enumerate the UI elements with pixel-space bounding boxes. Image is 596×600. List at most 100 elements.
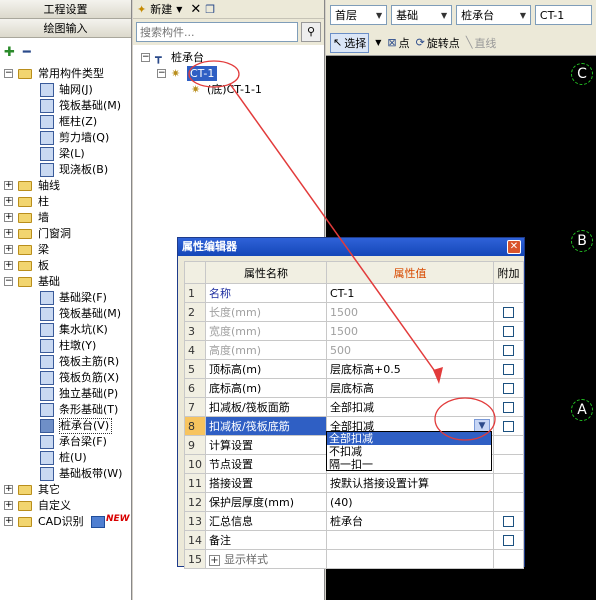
select-dropdown-icon[interactable]: ▼ xyxy=(375,38,381,47)
property-row[interactable]: 15 + 显示样式 xyxy=(184,549,524,569)
property-value[interactable]: (40) xyxy=(326,492,494,512)
add-checkbox[interactable] xyxy=(503,402,514,413)
expand-icon[interactable]: + xyxy=(4,229,13,238)
search-icon[interactable]: ⚲ xyxy=(301,22,321,42)
line-button[interactable]: ╲ 直线 xyxy=(466,35,497,51)
property-value[interactable]: 按默认搭接设置计算 xyxy=(326,473,494,493)
add-checkbox[interactable] xyxy=(503,364,514,375)
tree-item[interactable]: 筏板基础(M) xyxy=(0,98,132,114)
new-button[interactable]: 新建 xyxy=(150,1,172,17)
tree-folder[interactable]: + 轴线 xyxy=(0,178,132,194)
expand-icon[interactable]: + xyxy=(4,245,13,254)
rotate-point-button[interactable]: ⟳ 旋转点 xyxy=(416,35,460,51)
add-checkbox[interactable] xyxy=(503,535,514,546)
property-value[interactable]: 桩承台 xyxy=(326,511,494,531)
tree-item[interactable]: 筏板负筋(X) xyxy=(0,370,132,386)
point-button[interactable]: ⊠ 点 xyxy=(387,35,409,51)
tab-drawing-input[interactable]: 绘图输入 xyxy=(0,19,131,38)
dialog-title-bar[interactable]: 属性编辑器 ✕ xyxy=(178,238,524,256)
tree-folder[interactable]: − 基础 xyxy=(0,274,132,290)
instance-tree-item[interactable]: − ✷ CT-1 xyxy=(133,66,323,82)
tree-item[interactable]: 轴网(J) xyxy=(0,82,132,98)
tree-item[interactable]: 剪力墙(Q) xyxy=(0,130,132,146)
property-value[interactable]: 500 xyxy=(326,340,494,360)
item-dropdown[interactable]: CT-1 xyxy=(534,5,592,25)
floor-dropdown[interactable]: 首层 ▼ xyxy=(330,5,388,25)
property-row[interactable]: 1 名称 CT-1 xyxy=(184,283,524,303)
tree-folder[interactable]: + 板 xyxy=(0,258,132,274)
property-value[interactable]: 层底标高 xyxy=(326,378,494,398)
tree-item[interactable]: 集水坑(K) xyxy=(0,322,132,338)
expand-icon[interactable]: + xyxy=(4,213,13,222)
tree-folder[interactable]: + 其它 xyxy=(0,482,132,498)
expand-icon[interactable]: + xyxy=(4,501,13,510)
tree-item[interactable]: 桩(U) xyxy=(0,450,132,466)
property-value[interactable]: CT-1 xyxy=(326,283,494,303)
tree-item[interactable]: 筏板基础(M) xyxy=(0,306,132,322)
add-checkbox[interactable] xyxy=(503,345,514,356)
property-row[interactable]: 4 高度(mm) 500 xyxy=(184,340,524,360)
copy-icon[interactable]: ❐ xyxy=(205,3,215,16)
tree-item[interactable]: 条形基础(T) xyxy=(0,402,132,418)
tree-item[interactable]: 柱墩(Y) xyxy=(0,338,132,354)
property-row[interactable]: 14 备注 xyxy=(184,530,524,550)
expand-all-icon[interactable]: ✚ xyxy=(4,45,15,60)
tree-item[interactable]: 框柱(Z) xyxy=(0,114,132,130)
property-row[interactable]: 12 保护层厚度(mm) (40) xyxy=(184,492,524,512)
property-row[interactable]: 13 汇总信息 桩承台 xyxy=(184,511,524,531)
expand-icon[interactable]: + xyxy=(4,517,13,526)
collapse-icon[interactable]: − xyxy=(157,69,166,78)
add-checkbox[interactable] xyxy=(503,383,514,394)
select-button[interactable]: ↖ 选择 xyxy=(330,32,370,53)
add-checkbox[interactable] xyxy=(503,421,514,432)
add-checkbox[interactable] xyxy=(503,326,514,337)
category-dropdown[interactable]: 基础 ▼ xyxy=(391,5,453,25)
expand-icon[interactable]: + xyxy=(209,555,220,566)
property-value[interactable]: 层底标高+0.5 xyxy=(326,359,494,379)
add-checkbox[interactable] xyxy=(503,516,514,527)
tree-item[interactable]: 现浇板(B) xyxy=(0,162,132,178)
tree-folder[interactable]: + 梁 xyxy=(0,242,132,258)
tree-folder[interactable]: + 墙 xyxy=(0,210,132,226)
new-dropdown-icon[interactable]: ▼ xyxy=(176,5,182,14)
tree-folder[interactable]: − 常用构件类型 xyxy=(0,66,132,82)
property-row[interactable]: 7 扣减板/筏板面筋 全部扣减 xyxy=(184,397,524,417)
expand-icon[interactable]: + xyxy=(4,485,13,494)
tree-folder[interactable]: + 门窗洞 xyxy=(0,226,132,242)
tree-item[interactable]: 筏板主筋(R) xyxy=(0,354,132,370)
tree-folder[interactable]: + 柱 xyxy=(0,194,132,210)
property-value[interactable]: 1500 xyxy=(326,302,494,322)
property-value[interactable] xyxy=(326,530,494,550)
tree-item[interactable]: 基础梁(F) xyxy=(0,290,132,306)
type-dropdown[interactable]: 桩承台 ▼ xyxy=(456,5,531,25)
new-icon[interactable]: ✦ xyxy=(137,3,146,16)
tab-project-settings[interactable]: 工程设置 xyxy=(0,0,131,19)
expand-icon[interactable]: + xyxy=(4,197,13,206)
close-icon[interactable]: ✕ xyxy=(507,240,521,254)
property-row[interactable]: 2 长度(mm) 1500 xyxy=(184,302,524,322)
dropdown-option[interactable]: 隔一扣一 xyxy=(327,458,491,471)
tree-item[interactable]: 独立基础(P) xyxy=(0,386,132,402)
collapse-icon[interactable]: − xyxy=(4,69,13,78)
delete-icon[interactable]: ✕ xyxy=(190,2,201,17)
property-row[interactable]: 6 底标高(m) 层底标高 xyxy=(184,378,524,398)
instance-tree-item[interactable]: ✷ (底)CT-1-1 xyxy=(133,82,323,98)
tree-folder[interactable]: + CAD识别 NEW xyxy=(0,514,132,530)
tree-item[interactable]: 梁(L) xyxy=(0,146,132,162)
dropdown-option[interactable]: 不扣减 xyxy=(327,445,491,458)
tree-item[interactable]: 基础板带(W) xyxy=(0,466,132,482)
add-checkbox[interactable] xyxy=(503,307,514,318)
collapse-all-icon[interactable]: ━ xyxy=(23,45,31,60)
tree-item[interactable]: 承台梁(F) xyxy=(0,434,132,450)
search-input[interactable] xyxy=(136,22,298,42)
property-row[interactable]: 11 搭接设置 按默认搭接设置计算 xyxy=(184,473,524,493)
property-value[interactable] xyxy=(326,549,494,569)
property-value[interactable]: 1500 xyxy=(326,321,494,341)
expand-icon[interactable]: + xyxy=(4,181,13,190)
instance-tree-item[interactable]: − ┳ 桩承台 xyxy=(133,50,323,66)
property-row[interactable]: 5 顶标高(m) 层底标高+0.5 xyxy=(184,359,524,379)
expand-icon[interactable]: + xyxy=(4,261,13,270)
property-value[interactable]: 全部扣减 xyxy=(326,397,494,417)
collapse-icon[interactable]: − xyxy=(141,53,150,62)
property-row[interactable]: 3 宽度(mm) 1500 xyxy=(184,321,524,341)
